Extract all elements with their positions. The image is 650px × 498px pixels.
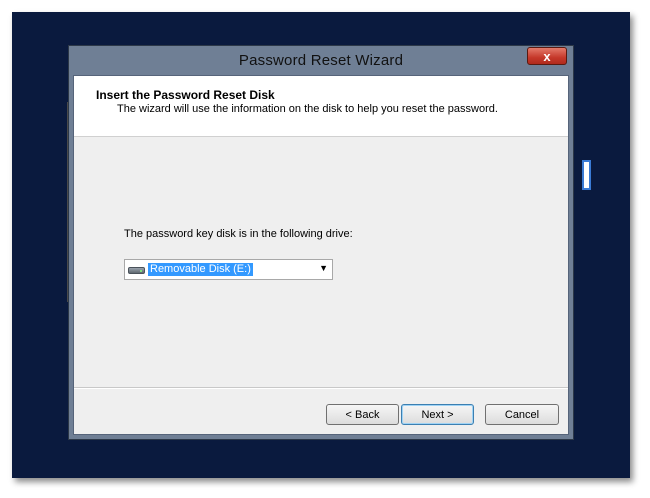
drive-prompt-label: The password key disk is in the followin… (124, 228, 353, 240)
close-icon: x (543, 49, 551, 64)
wizard-window: Password Reset Wizard x Insert the Passw… (68, 45, 574, 440)
cancel-button[interactable]: Cancel (485, 404, 559, 425)
header-title: Insert the Password Reset Disk (96, 88, 275, 102)
close-button[interactable]: x (527, 47, 567, 65)
title-bar[interactable]: Password Reset Wizard x (69, 46, 573, 75)
drive-select-value: Removable Disk (E:) (148, 263, 253, 276)
background-window-edge-right (582, 160, 591, 190)
back-button[interactable]: < Back (326, 404, 399, 425)
footer-divider (74, 387, 568, 389)
header-subtitle: The wizard will use the information on t… (117, 103, 498, 115)
wizard-content: Insert the Password Reset Disk The wizar… (73, 75, 569, 435)
removable-drive-icon (128, 267, 145, 274)
next-button[interactable]: Next > (401, 404, 474, 425)
drive-select[interactable]: Removable Disk (E:) ▼ (124, 259, 333, 280)
wizard-header: Insert the Password Reset Disk The wizar… (74, 76, 568, 137)
window-title: Password Reset Wizard (238, 52, 404, 69)
dropdown-arrow-icon[interactable]: ▼ (319, 263, 328, 273)
